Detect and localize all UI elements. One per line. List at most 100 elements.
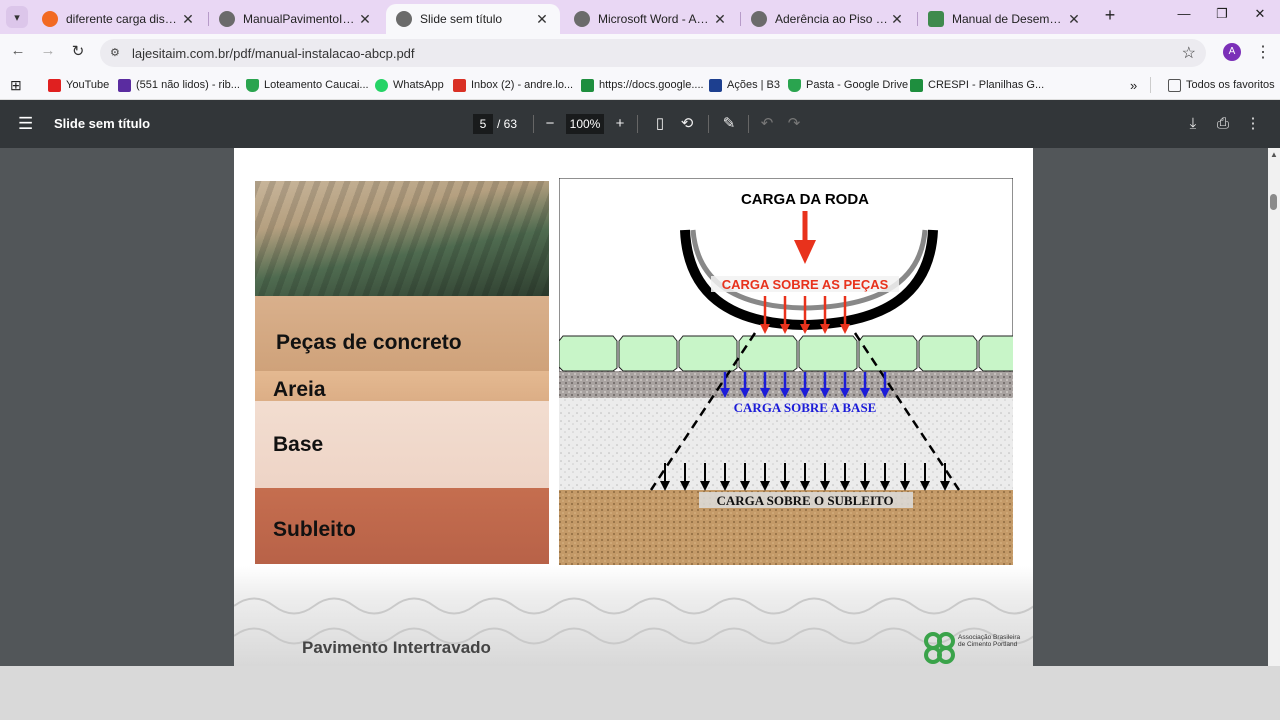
minimize-button[interactable]: —	[1172, 6, 1196, 26]
zoom-input[interactable]: 100%	[566, 114, 604, 134]
base-load-arrows	[720, 372, 890, 398]
paver-block	[858, 335, 918, 372]
bookmark-item[interactable]: CRESPI - Planilhas G...	[910, 76, 1044, 94]
bookmark-item[interactable]: Pasta - Google Drive	[788, 76, 908, 94]
tab-label: ManualPavimentoIntertrav	[243, 12, 357, 26]
close-icon[interactable]: ✕	[1066, 11, 1082, 28]
globe-icon	[574, 11, 590, 27]
minimize-icon: —	[1177, 6, 1191, 21]
tab-bar: ▾ diferente carga distribuição ✕ ManualP…	[0, 0, 1280, 34]
tab-1[interactable]: ManualPavimentoIntertrav ✕	[209, 4, 383, 34]
globe-icon	[219, 11, 235, 27]
chevron-down-icon: ▾	[14, 11, 20, 24]
youtube-icon	[48, 78, 61, 92]
close-icon[interactable]: ✕	[712, 11, 728, 28]
more-bookmarks-icon[interactable]: »	[1130, 76, 1137, 94]
scrollbar[interactable]: ▲	[1268, 148, 1280, 666]
bookmark-item[interactable]: (551 não lidos) - rib...	[118, 76, 240, 94]
site-info-icon[interactable]: ⚙	[110, 46, 124, 60]
paver-block	[678, 335, 738, 372]
tab-label: diferente carga distribuição	[66, 12, 180, 26]
brave-icon	[42, 11, 58, 27]
label-areia: Areia	[273, 378, 326, 401]
pen-icon: ✎	[722, 115, 736, 132]
more-options-button[interactable]: ⋮	[1243, 114, 1263, 134]
zoom-in-button[interactable]: +	[610, 114, 630, 134]
all-bookmarks-folder[interactable]: Todos os favoritos	[1168, 76, 1275, 94]
paver-block	[618, 335, 678, 372]
apps-icon[interactable]: ⊞	[10, 76, 22, 94]
scrollbar-thumb[interactable]	[1270, 194, 1277, 210]
zoom-out-button[interactable]: −	[540, 114, 560, 134]
bookmark-star-icon[interactable]: ☆	[1182, 43, 1196, 63]
sheets-icon	[581, 78, 594, 92]
tab-label: Slide sem título	[420, 12, 503, 26]
pdf-toolbar: ☰ Slide sem título 5 / 63 − 100% + ▯ ⟲ ✎…	[0, 100, 1280, 148]
tab-3[interactable]: Microsoft Word - AnpetXIV ✕	[564, 4, 738, 34]
label-pecas: Peças de concreto	[276, 331, 462, 354]
download-icon: ⤓	[1189, 115, 1197, 132]
annotate-button[interactable]: ✎	[719, 114, 739, 134]
page-number-input[interactable]: 5	[473, 114, 493, 134]
tab-2[interactable]: Slide sem título ✕	[386, 4, 560, 34]
undo-icon: ↶	[760, 115, 774, 132]
mail-icon	[118, 78, 131, 92]
label-carga-pecas: CARGA SOBRE AS PEÇAS	[722, 277, 889, 292]
close-icon[interactable]: ✕	[357, 11, 373, 28]
restore-button[interactable]: ❐	[1210, 6, 1234, 26]
bottom-area	[0, 666, 1280, 720]
back-button[interactable]: ←	[8, 42, 28, 62]
forward-button[interactable]: →	[38, 42, 58, 62]
rotate-button[interactable]: ⟲	[677, 114, 697, 134]
address-bar[interactable]: ⚙ lajesitaim.com.br/pdf/manual-instalaca…	[100, 39, 1206, 67]
doc-icon	[928, 11, 944, 27]
bookmark-item[interactable]: Inbox (2) - andre.lo...	[453, 76, 573, 94]
bookmark-item[interactable]: Ações | B3	[709, 76, 780, 94]
paver-block	[798, 335, 858, 372]
footer-title: Pavimento Intertravado	[302, 638, 491, 657]
restore-icon: ❐	[1216, 6, 1228, 21]
tab-4[interactable]: Aderência ao Piso | Ciência ✕	[741, 4, 915, 34]
fit-page-button[interactable]: ▯	[650, 114, 670, 134]
undo-button[interactable]: ↶	[757, 114, 777, 134]
sheets-icon	[910, 78, 923, 92]
new-tab-button[interactable]: +	[1100, 6, 1120, 26]
tab-0[interactable]: diferente carga distribuição ✕	[32, 4, 206, 34]
paver-block	[559, 335, 618, 372]
whatsapp-icon	[375, 78, 388, 92]
paver-row	[559, 335, 1013, 372]
bookmark-item[interactable]: Loteamento Caucai...	[246, 76, 369, 94]
download-button[interactable]: ⤓	[1183, 114, 1203, 134]
menu-icon[interactable]: ☰	[18, 114, 33, 134]
drive-icon	[246, 78, 259, 92]
gmail-icon	[453, 78, 466, 92]
avatar[interactable]: A	[1223, 43, 1241, 61]
abcp-logo-text: Associação Brasileira de Cimento Portlan…	[958, 634, 1021, 648]
bookmark-item[interactable]: https://docs.google....	[581, 76, 704, 94]
plus-icon: +	[1104, 5, 1116, 25]
print-icon: ⎙	[1216, 115, 1229, 132]
tab-5[interactable]: Manual de Desempenho p ✕	[918, 4, 1092, 34]
print-button[interactable]: ⎙	[1213, 114, 1233, 134]
tab-label: Aderência ao Piso | Ciência	[775, 12, 889, 26]
kebab-icon: ⋮	[1245, 115, 1261, 132]
close-icon[interactable]: ✕	[180, 11, 196, 28]
bookmark-item[interactable]: WhatsApp	[375, 76, 444, 94]
label-base: Base	[273, 433, 324, 456]
close-icon[interactable]: ✕	[534, 11, 550, 28]
bookmark-label: YouTube	[66, 79, 110, 91]
pdf-title: Slide sem título	[54, 116, 151, 131]
browser-menu-icon[interactable]: ⋮	[1255, 42, 1271, 62]
close-icon[interactable]: ✕	[889, 11, 905, 28]
reload-button[interactable]: ↻	[68, 42, 88, 62]
bookmark-item[interactable]: YouTube	[48, 76, 109, 94]
redo-button[interactable]: ↷	[784, 114, 804, 134]
tab-label: Manual de Desempenho p	[952, 12, 1066, 26]
bookmark-label: https://docs.google....	[599, 79, 704, 91]
tab-search-button[interactable]: ▾	[6, 6, 28, 28]
minus-icon: −	[545, 115, 555, 132]
scroll-up-icon[interactable]: ▲	[1270, 150, 1278, 159]
close-window-button[interactable]: ✕	[1248, 6, 1272, 26]
tab-label: Microsoft Word - AnpetXIV	[598, 12, 712, 26]
bookmarks-bar: ⊞ YouTube (551 não lidos) - rib... Lotea…	[0, 70, 1280, 100]
